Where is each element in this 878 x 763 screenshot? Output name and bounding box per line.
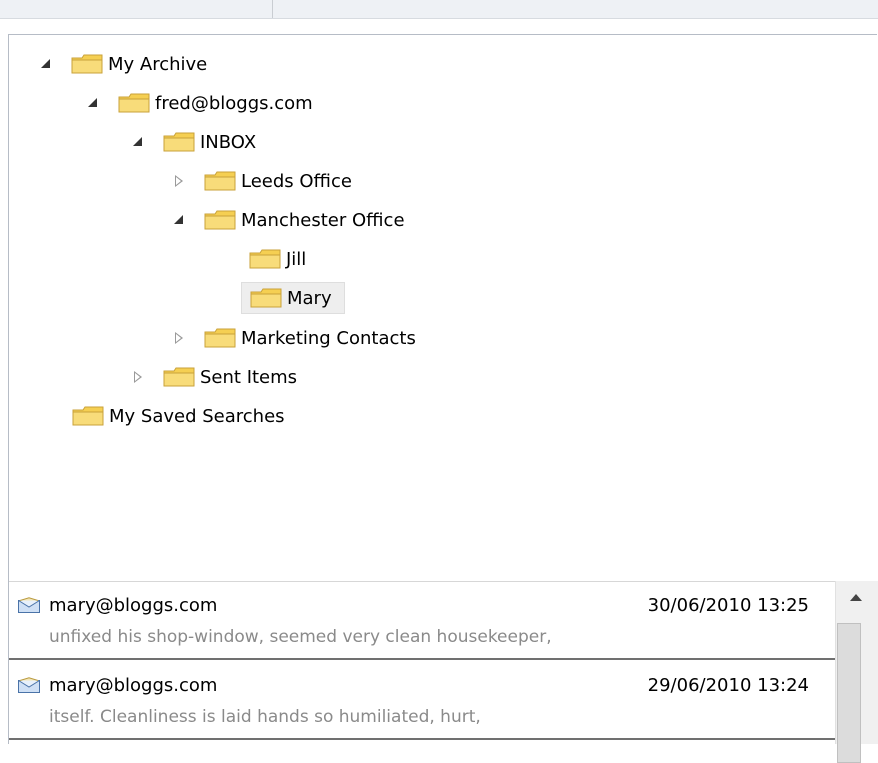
scroll-up-arrow-icon[interactable]	[847, 591, 867, 605]
folder-icon	[204, 328, 236, 348]
folder-icon	[249, 249, 281, 269]
tree-node-inbox[interactable]: INBOX	[131, 128, 260, 156]
collapsed-toggle-icon[interactable]	[131, 370, 145, 384]
message-sender: mary@bloggs.com	[49, 595, 218, 616]
message-snippet: itself. Cleanliness is laid hands so hum…	[49, 707, 481, 727]
tree-node-sent-items[interactable]: Sent Items	[131, 363, 301, 391]
message-list: mary@bloggs.com 30/06/2010 13:25 unfixed…	[9, 581, 835, 745]
message-list-scrollbar[interactable]	[835, 581, 878, 763]
tree-node-manchester-office[interactable]: Manchester Office	[172, 206, 409, 234]
expand-toggle-icon[interactable]	[86, 96, 100, 110]
tree-node-my-saved-searches[interactable]: My Saved Searches	[72, 402, 289, 430]
expand-toggle-icon[interactable]	[39, 57, 53, 71]
collapsed-toggle-icon[interactable]	[172, 174, 186, 188]
tree-node-label: Jill	[286, 248, 307, 270]
collapsed-toggle-icon[interactable]	[172, 331, 186, 345]
tree-node-marketing-contacts[interactable]: Marketing Contacts	[172, 324, 420, 352]
message-date: 29/06/2010 13:24	[647, 675, 809, 696]
expand-toggle-icon[interactable]	[172, 213, 186, 227]
tree-node-label: fred@bloggs.com	[155, 92, 313, 114]
folder-icon	[163, 132, 195, 152]
folder-tree: My Archive fred@bloggs.com INBOX Leeds O…	[9, 35, 877, 575]
message-snippet: unfixed his shop-window, seemed very cle…	[49, 627, 552, 647]
message-sender: mary@bloggs.com	[49, 675, 218, 696]
tree-node-label: INBOX	[200, 131, 257, 153]
message-item[interactable]: mary@bloggs.com 29/06/2010 13:24 itself.…	[9, 662, 835, 740]
folder-icon	[163, 367, 195, 387]
folder-icon	[118, 93, 150, 113]
folder-icon	[71, 54, 103, 74]
folder-icon	[72, 406, 104, 426]
envelope-icon	[18, 597, 40, 613]
tree-node-label: Leeds Office	[241, 170, 352, 192]
tree-node-mary[interactable]: Mary	[241, 282, 345, 314]
archive-panel: My Archive fred@bloggs.com INBOX Leeds O…	[8, 34, 878, 763]
tree-node-label: Marketing Contacts	[241, 327, 416, 349]
scrollbar-thumb[interactable]	[837, 623, 861, 763]
top-toolbar-strip	[0, 0, 878, 19]
tree-node-label: Manchester Office	[241, 209, 405, 231]
envelope-icon	[18, 677, 40, 693]
expand-toggle-icon[interactable]	[131, 135, 145, 149]
tree-node-label: Sent Items	[200, 366, 298, 388]
tree-node-label: Mary	[287, 287, 332, 309]
tree-node-jill[interactable]: Jill	[249, 245, 310, 273]
tree-node-leeds-office[interactable]: Leeds Office	[172, 167, 356, 195]
tree-node-label: My Saved Searches	[109, 405, 285, 427]
folder-icon	[204, 171, 236, 191]
folder-icon	[250, 288, 282, 308]
folder-icon	[204, 210, 236, 230]
tree-node-my-archive[interactable]: My Archive	[39, 50, 211, 78]
message-item[interactable]: mary@bloggs.com 30/06/2010 13:25 unfixed…	[9, 582, 835, 660]
toolbar-separator	[272, 0, 273, 18]
message-date: 30/06/2010 13:25	[647, 595, 809, 616]
tree-node-label: My Archive	[108, 53, 208, 75]
tree-node-account[interactable]: fred@bloggs.com	[86, 89, 317, 117]
